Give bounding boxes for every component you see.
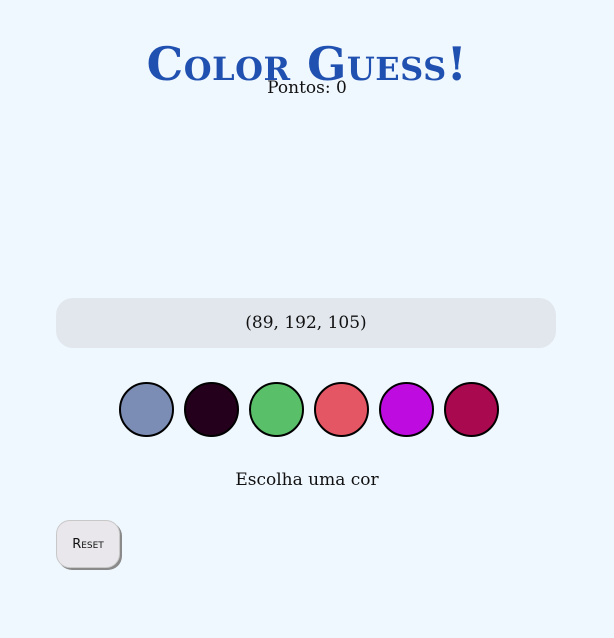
score-value: 0 bbox=[336, 78, 347, 98]
color-option-4[interactable] bbox=[314, 382, 369, 437]
rgb-target-display: (89, 192, 105) bbox=[56, 298, 556, 348]
color-option-1[interactable] bbox=[119, 382, 174, 437]
rgb-target-text: (89, 192, 105) bbox=[245, 313, 367, 333]
reset-button[interactable]: Reset bbox=[56, 520, 120, 568]
color-option-3[interactable] bbox=[249, 382, 304, 437]
color-option-5[interactable] bbox=[379, 382, 434, 437]
color-option-6[interactable] bbox=[444, 382, 499, 437]
score-label: Pontos: bbox=[267, 78, 331, 98]
status-message: Escolha uma cor bbox=[235, 470, 379, 490]
score-display: Pontos: 0 bbox=[0, 78, 614, 98]
color-option-2[interactable] bbox=[184, 382, 239, 437]
color-options bbox=[0, 382, 614, 438]
